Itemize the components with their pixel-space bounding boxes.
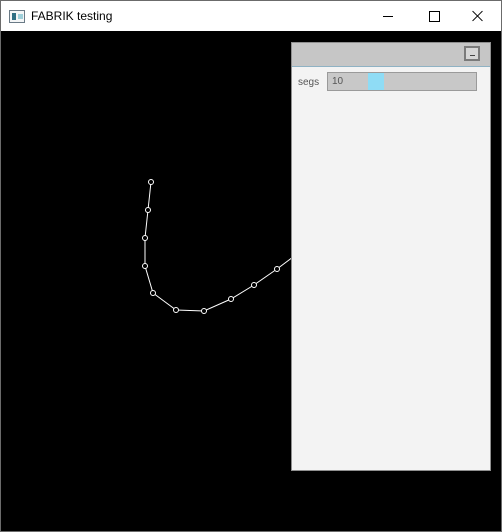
- app-window: FABRIK testing segs 10: [0, 0, 502, 532]
- chain-segments: [144, 181, 302, 312]
- close-button[interactable]: [455, 1, 501, 31]
- close-icon: [472, 10, 484, 22]
- chain-joint: [251, 282, 257, 288]
- segs-slider-handle[interactable]: [368, 73, 384, 90]
- app-icon: [9, 9, 25, 23]
- maximize-button[interactable]: [411, 1, 457, 31]
- minimize-button[interactable]: [365, 1, 411, 31]
- chain-joints: [142, 179, 304, 314]
- chain-joint: [142, 235, 148, 241]
- panel-header[interactable]: [292, 43, 490, 67]
- maximize-icon: [428, 10, 440, 22]
- chain-joint: [148, 179, 154, 185]
- minimize-icon: [383, 15, 393, 17]
- chain-joint: [142, 263, 148, 269]
- panel-minimize-icon[interactable]: [464, 46, 480, 61]
- segs-value: 10: [332, 76, 344, 87]
- chain-joint: [150, 290, 156, 296]
- chain-joint: [145, 207, 151, 213]
- window-title: FABRIK testing: [31, 9, 113, 23]
- chain-joint: [274, 266, 280, 272]
- segs-slider[interactable]: 10: [327, 72, 477, 91]
- chain-joint: [173, 307, 179, 313]
- title-bar[interactable]: FABRIK testing: [1, 1, 501, 31]
- chain-joint: [201, 308, 207, 314]
- segs-label: segs: [298, 77, 320, 88]
- control-panel: segs 10: [291, 42, 491, 471]
- chain-joint: [228, 296, 234, 302]
